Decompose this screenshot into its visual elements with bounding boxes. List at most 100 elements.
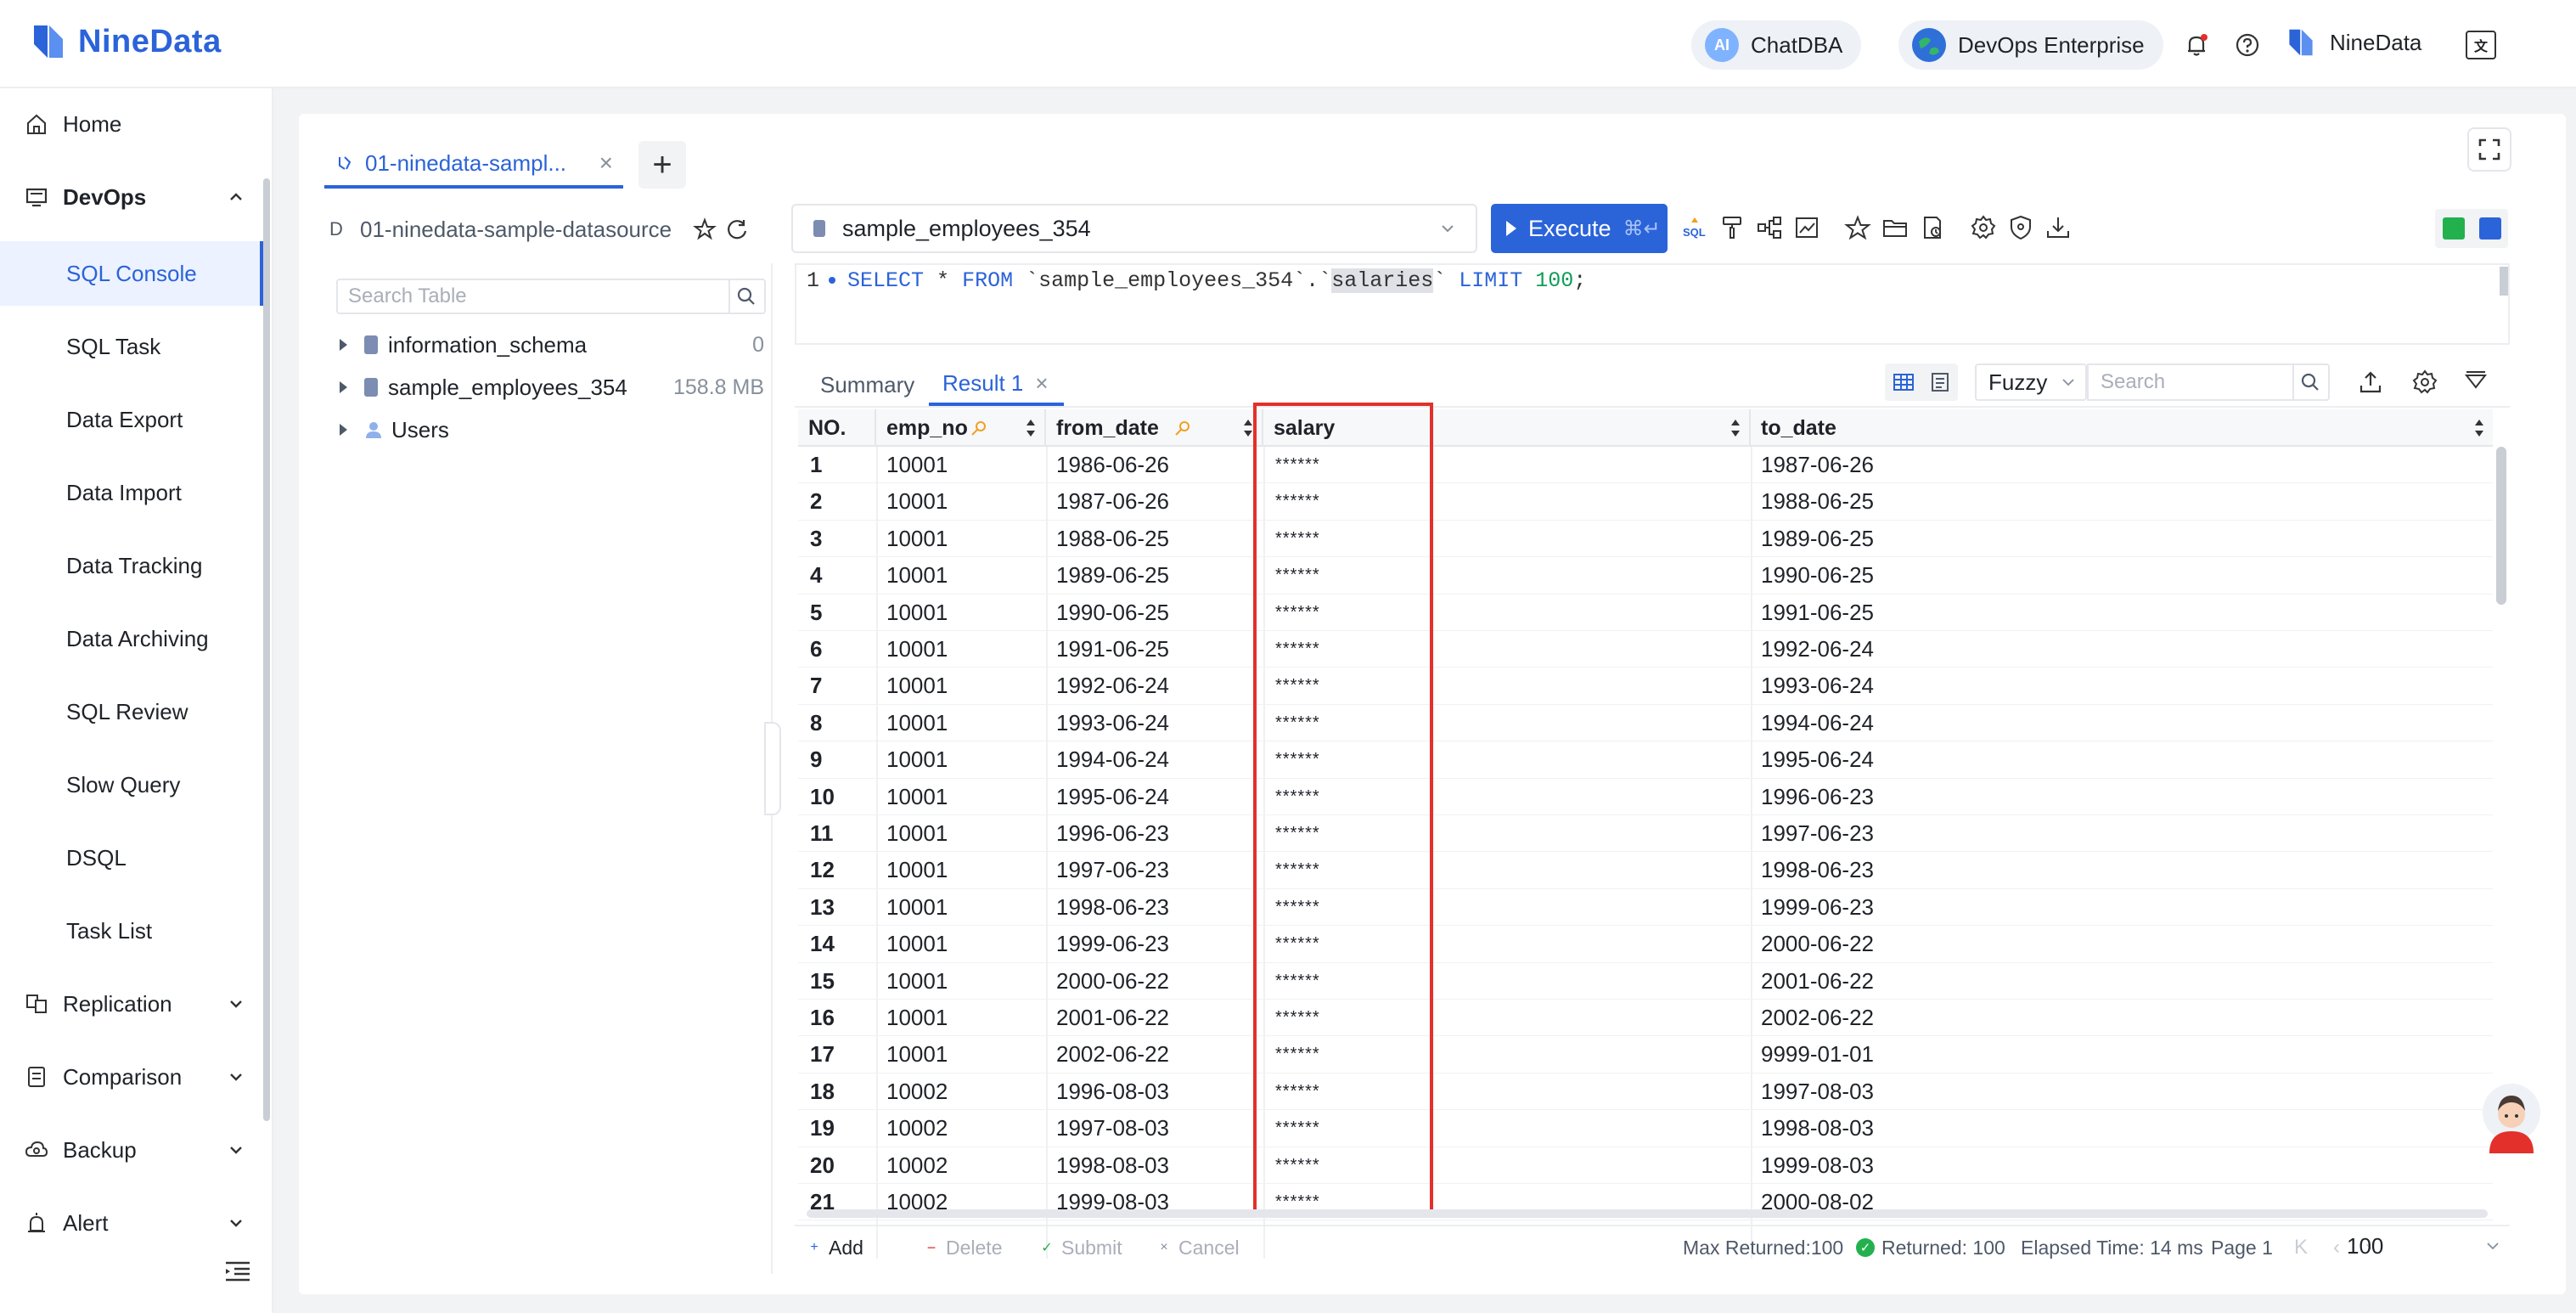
view-toggle[interactable] xyxy=(1885,363,1958,401)
cell-to-date[interactable]: 1989-06-25 xyxy=(1761,521,1874,557)
grid-horizontal-scrollbar[interactable] xyxy=(807,1209,2488,1218)
column-header-from-date[interactable]: from_date xyxy=(1046,409,1263,447)
cell-emp-no[interactable]: 10001 xyxy=(886,595,948,631)
ai-mode-icon[interactable] xyxy=(2478,217,2501,239)
cell-no[interactable]: 7 xyxy=(810,668,822,704)
cancel-button[interactable]: × Cancel xyxy=(1158,1226,1239,1269)
chart-icon[interactable] xyxy=(1793,214,1820,241)
tree-item-users[interactable]: Users xyxy=(340,413,764,447)
cell-no[interactable]: 5 xyxy=(810,595,822,631)
cell-from-date[interactable]: 2002-06-22 xyxy=(1056,1036,1169,1073)
table-row[interactable]: 9 10001 1994-06-24 ****** 1995-06-24 xyxy=(798,741,2493,779)
cell-no[interactable]: 15 xyxy=(810,963,835,1000)
close-icon[interactable]: × xyxy=(1035,370,1048,397)
cell-from-date[interactable]: 1999-06-23 xyxy=(1056,926,1169,962)
cell-no[interactable]: 18 xyxy=(810,1074,835,1110)
first-page-icon[interactable]: K xyxy=(2294,1236,2308,1259)
cell-no[interactable]: 2 xyxy=(810,483,822,520)
edition-badge[interactable]: DevOps Enterprise xyxy=(1898,20,2163,70)
cell-from-date[interactable]: 1995-06-24 xyxy=(1056,779,1169,815)
table-row[interactable]: 3 10001 1988-06-25 ****** 1989-06-25 xyxy=(798,521,2493,558)
cell-to-date[interactable]: 1988-06-25 xyxy=(1761,483,1874,520)
sidebar-item-data-export[interactable]: Data Export xyxy=(0,387,263,452)
cell-from-date[interactable]: 1996-08-03 xyxy=(1056,1074,1169,1110)
submit-button[interactable]: ✓ Submit xyxy=(1041,1226,1122,1269)
cell-from-date[interactable]: 1990-06-25 xyxy=(1056,595,1169,631)
table-row[interactable]: 12 10001 1997-06-23 ****** 1998-06-23 xyxy=(798,852,2493,889)
table-row[interactable]: 4 10001 1989-06-25 ****** 1990-06-25 xyxy=(798,557,2493,595)
table-row[interactable]: 20 10002 1998-08-03 ****** 1999-08-03 xyxy=(798,1147,2493,1184)
cell-emp-no[interactable]: 10001 xyxy=(886,668,948,704)
table-row[interactable]: 1 10001 1986-06-26 ****** 1987-06-26 xyxy=(798,447,2493,484)
cell-to-date[interactable]: 1999-08-03 xyxy=(1761,1147,1874,1184)
cell-to-date[interactable]: 2002-06-22 xyxy=(1761,1000,1874,1036)
cell-to-date[interactable]: 1997-08-03 xyxy=(1761,1074,1874,1110)
form-view-icon[interactable] xyxy=(1928,370,1952,394)
tab-summary[interactable]: Summary xyxy=(820,363,914,406)
tree-item-information-schema[interactable]: information_schema 0 xyxy=(340,328,764,362)
column-header-emp-no[interactable]: emp_no xyxy=(876,409,1046,447)
cell-to-date[interactable]: 1999-06-23 xyxy=(1761,889,1874,926)
expand-arrow-icon[interactable] xyxy=(340,424,347,436)
favorite-star-icon[interactable] xyxy=(1844,214,1871,241)
cell-emp-no[interactable]: 10001 xyxy=(886,889,948,926)
ninedata-logo[interactable]: NineData xyxy=(27,20,222,63)
export-icon[interactable] xyxy=(2357,369,2384,396)
table-row[interactable]: 14 10001 1999-06-23 ****** 2000-06-22 xyxy=(798,926,2493,963)
sidebar-item-sql-review[interactable]: SQL Review xyxy=(0,679,263,744)
folder-icon[interactable] xyxy=(1881,214,1909,241)
table-row[interactable]: 16 10001 2001-06-22 ****** 2002-06-22 xyxy=(798,1000,2493,1037)
expand-arrow-icon[interactable] xyxy=(340,339,347,351)
cell-from-date[interactable]: 1998-06-23 xyxy=(1056,889,1169,926)
cell-from-date[interactable]: 1987-06-26 xyxy=(1056,483,1169,520)
cell-no[interactable]: 3 xyxy=(810,521,822,557)
cell-from-date[interactable]: 1993-06-24 xyxy=(1056,705,1169,741)
cell-emp-no[interactable]: 10001 xyxy=(886,631,948,668)
sidebar-item-sql-task[interactable]: SQL Task xyxy=(0,314,263,379)
cell-to-date[interactable]: 1994-06-24 xyxy=(1761,705,1874,741)
delete-row-button[interactable]: − Delete xyxy=(925,1226,1003,1269)
cell-to-date[interactable]: 1998-08-03 xyxy=(1761,1110,1874,1147)
tab-console[interactable]: 01-ninedata-sampl... × xyxy=(324,141,623,189)
cell-emp-no[interactable]: 10001 xyxy=(886,1036,948,1073)
cell-from-date[interactable]: 1991-06-25 xyxy=(1056,631,1169,668)
cell-no[interactable]: 6 xyxy=(810,631,822,668)
filter-icon[interactable] xyxy=(2462,369,2489,396)
tab-result-1[interactable]: Result 1 × xyxy=(929,363,1064,406)
nav-home[interactable]: Home xyxy=(0,92,263,156)
nav-alert[interactable]: Alert xyxy=(0,1191,263,1255)
table-row[interactable]: 8 10001 1993-06-24 ****** 1994-06-24 xyxy=(798,705,2493,742)
star-icon[interactable] xyxy=(693,217,717,241)
cell-no[interactable]: 14 xyxy=(810,926,835,962)
cell-to-date[interactable]: 1992-06-24 xyxy=(1761,631,1874,668)
chatdba-button[interactable]: AI ChatDBA xyxy=(1691,20,1862,70)
sort-icon[interactable] xyxy=(2474,418,2484,438)
editor-mode-switch[interactable] xyxy=(2435,209,2508,248)
table-row[interactable]: 11 10001 1996-06-23 ****** 1997-06-23 xyxy=(798,815,2493,853)
sidebar-item-data-archiving[interactable]: Data Archiving xyxy=(0,606,263,671)
cell-to-date[interactable]: 2000-06-22 xyxy=(1761,926,1874,962)
table-row[interactable]: 2 10001 1987-06-26 ****** 1988-06-25 xyxy=(798,483,2493,521)
editor-scrollbar[interactable] xyxy=(2500,267,2508,296)
fullscreen-button[interactable] xyxy=(2467,127,2511,172)
diagram-icon[interactable] xyxy=(1756,214,1783,241)
cell-to-date[interactable]: 1995-06-24 xyxy=(1761,741,1874,778)
datasource-row[interactable]: D 01-ninedata-sample-datasource xyxy=(329,212,754,246)
execute-button[interactable]: Execute ⌘↵ xyxy=(1491,204,1668,253)
cell-from-date[interactable]: 1989-06-25 xyxy=(1056,557,1169,594)
table-row[interactable]: 10 10001 1995-06-24 ****** 1996-06-23 xyxy=(798,779,2493,815)
table-row[interactable]: 17 10001 2002-06-22 ****** 9999-01-01 xyxy=(798,1036,2493,1074)
cell-emp-no[interactable]: 10001 xyxy=(886,705,948,741)
column-header-to-date[interactable]: to_date xyxy=(1751,409,2493,447)
cell-from-date[interactable]: 1994-06-24 xyxy=(1056,741,1169,778)
prev-page-icon[interactable]: ‹ xyxy=(2333,1236,2340,1259)
collapse-sidebar-icon[interactable] xyxy=(224,1260,251,1282)
cell-no[interactable]: 17 xyxy=(810,1036,835,1073)
tree-item-sample-employees[interactable]: sample_employees_354 158.8 MB xyxy=(340,370,764,404)
search-table-button[interactable] xyxy=(728,279,766,314)
cell-from-date[interactable]: 1997-08-03 xyxy=(1056,1110,1169,1147)
settings-gear-icon[interactable] xyxy=(2411,369,2438,396)
cell-emp-no[interactable]: 10001 xyxy=(886,447,948,483)
history-icon[interactable] xyxy=(1919,214,1946,241)
sidebar-item-dsql[interactable]: DSQL xyxy=(0,826,263,890)
